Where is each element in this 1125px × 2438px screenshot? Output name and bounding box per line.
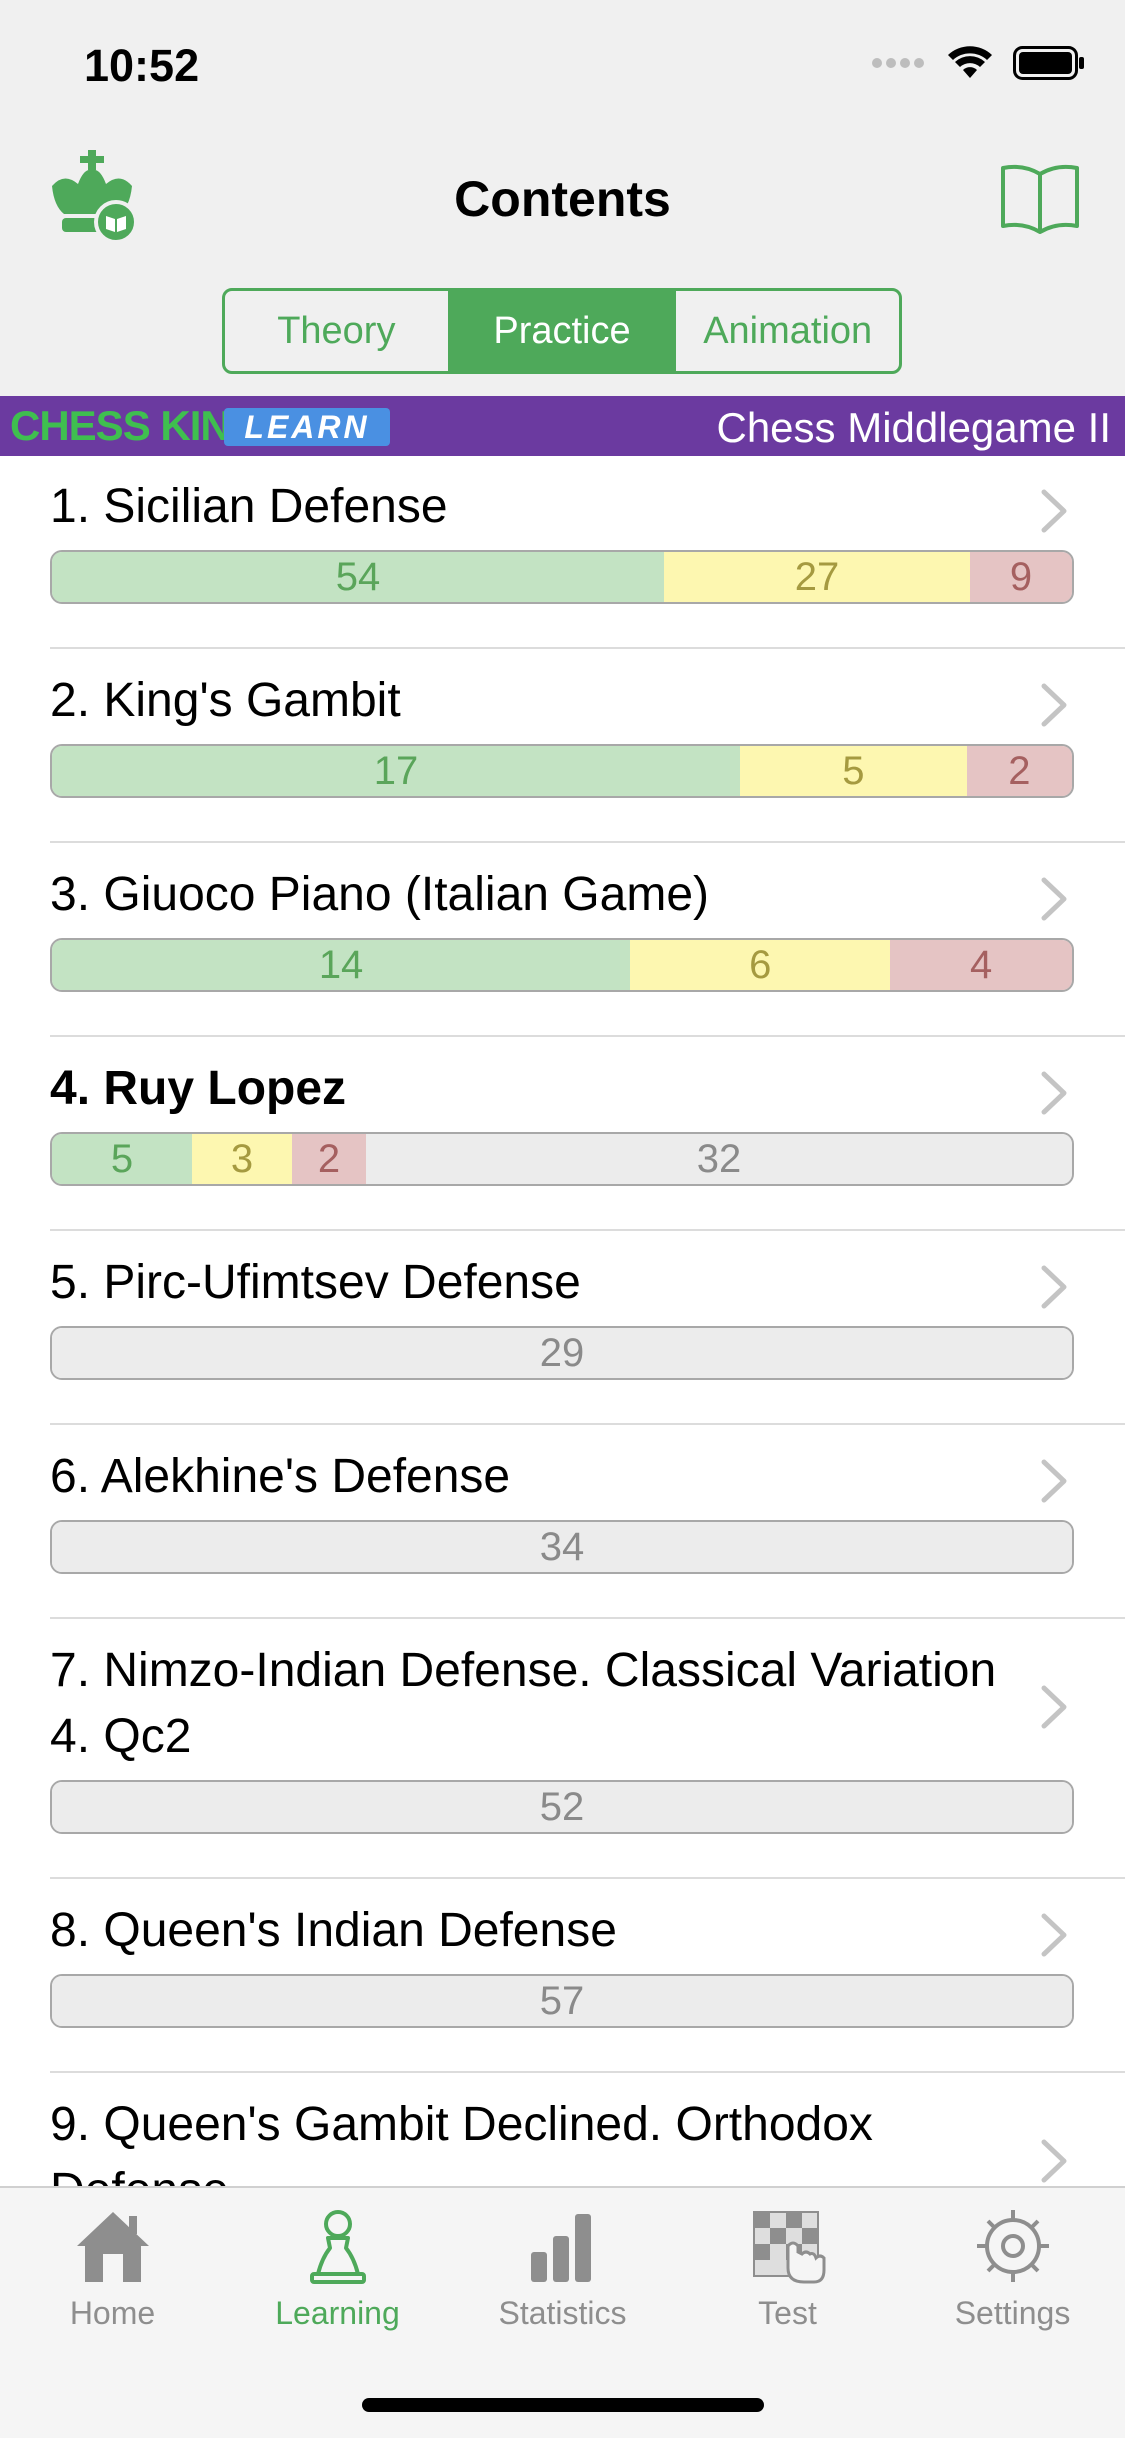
chevron-right-icon: [1041, 1265, 1067, 1309]
home-indicator: [362, 2398, 764, 2412]
nav-header: Contents: [0, 140, 1125, 260]
status-time: 10:52: [84, 40, 200, 91]
partial-segment: 3: [192, 1134, 292, 1184]
list-item[interactable]: 6. Alekhine's Defense 34: [0, 1426, 1125, 1619]
unsolved-segment: 32: [366, 1134, 1072, 1184]
chapter-title: 7. Nimzo-Indian Defense. Classical Varia…: [50, 1644, 997, 1763]
failed-segment: 9: [970, 552, 1072, 602]
tab-learning[interactable]: Learning: [225, 2208, 450, 2332]
chessboard-hand-icon: [752, 2211, 825, 2284]
chapter-title: 8. Queen's Indian Defense: [50, 1904, 617, 1957]
bar-chart-icon: [530, 2214, 591, 2282]
chevron-right-icon: [1041, 1913, 1067, 1957]
list-item[interactable]: 9. Queen's Gambit Declined. Orthodox Def…: [0, 2074, 1125, 2186]
chapter-title: 6. Alekhine's Defense: [50, 1450, 511, 1503]
chapter-title: 5. Pirc-Ufimtsev Defense: [50, 1256, 581, 1309]
unsolved-segment: 52: [52, 1782, 1072, 1832]
progress-bar: 54 27 9: [50, 550, 1074, 604]
tab-label: Test: [758, 2295, 817, 2331]
unsolved-segment: 29: [52, 1328, 1072, 1378]
status-icons: [871, 46, 1085, 80]
course-banner: CHESS KING LEARN Chess Middlegame II: [0, 396, 1125, 456]
progress-bar: 5 3 2 32: [50, 1132, 1074, 1186]
row-divider: [50, 1617, 1125, 1619]
partial-segment: 27: [664, 552, 970, 602]
tab-label: Statistics: [498, 2295, 627, 2331]
chevron-right-icon: [1041, 1071, 1067, 1115]
book-icon[interactable]: [999, 162, 1081, 239]
status-bar: 10:52: [0, 0, 1125, 140]
chevron-right-icon: [1041, 1685, 1067, 1729]
mode-segmented-control: Theory Practice Animation: [222, 288, 902, 374]
row-divider: [50, 1229, 1125, 1231]
pawn-icon: [309, 2210, 366, 2284]
course-title: Chess Middlegame II: [716, 404, 1111, 451]
row-divider: [50, 1877, 1125, 1879]
chapter-title: 3. Giuoco Piano (Italian Game): [50, 868, 709, 921]
segment-animation[interactable]: Animation: [673, 291, 899, 371]
progress-bar: 34: [50, 1520, 1074, 1574]
progress-bar: 52: [50, 1780, 1074, 1834]
chevron-right-icon: [1041, 2139, 1067, 2183]
page-title: Contents: [454, 171, 671, 227]
partial-segment: 5: [740, 746, 967, 796]
unsolved-segment: 57: [52, 1976, 1072, 2026]
row-divider: [50, 1035, 1125, 1037]
solved-segment: 5: [52, 1134, 192, 1184]
progress-bar: 57: [50, 1974, 1074, 2028]
progress-bar: 29: [50, 1326, 1074, 1380]
tab-settings[interactable]: Settings: [900, 2208, 1125, 2332]
chapter-list: 1. Sicilian Defense 54 27 9 2. King's Ga…: [0, 456, 1125, 2186]
list-item[interactable]: 7. Nimzo-Indian Defense. Classical Varia…: [0, 1620, 1125, 1879]
row-divider: [50, 2071, 1125, 2073]
segment-practice[interactable]: Practice: [447, 291, 674, 371]
failed-segment: 4: [890, 940, 1072, 990]
unsolved-segment: 34: [52, 1522, 1072, 1572]
chapter-title: 4. Ruy Lopez: [50, 1062, 347, 1115]
progress-bar: 17 5 2: [50, 744, 1074, 798]
tab-label: Home: [69, 2295, 156, 2331]
solved-segment: 17: [52, 746, 741, 796]
gear-icon: [976, 2210, 1049, 2282]
chevron-right-icon: [1041, 877, 1067, 921]
signal-icon: [872, 58, 924, 68]
chevron-right-icon: [1041, 489, 1067, 533]
row-divider: [50, 841, 1125, 843]
chevron-right-icon: [1041, 1459, 1067, 1503]
home-icon: [76, 2212, 149, 2282]
tab-test[interactable]: Test: [675, 2208, 900, 2332]
tab-home[interactable]: Home: [0, 2208, 225, 2332]
learn-badge: LEARN: [224, 408, 390, 446]
battery-icon: [1013, 46, 1084, 80]
row-divider: [50, 1423, 1125, 1425]
list-item[interactable]: 1. Sicilian Defense 54 27 9: [0, 456, 1125, 649]
wifi-icon: [948, 46, 992, 78]
chevron-right-icon: [1041, 683, 1067, 727]
failed-segment: 2: [966, 746, 1072, 796]
progress-bar: 14 6 4: [50, 938, 1074, 992]
tab-label: Learning: [275, 2295, 400, 2331]
list-item[interactable]: 8. Queen's Indian Defense 57: [0, 1880, 1125, 2073]
list-item[interactable]: 4. Ruy Lopez 5 3 2 32: [0, 1038, 1125, 1231]
chapter-title: 9. Queen's Gambit Declined. Orthodox Def…: [50, 2098, 873, 2186]
partial-segment: 6: [630, 940, 891, 990]
chapter-title: 1. Sicilian Defense: [50, 480, 448, 533]
chapter-title: 2. King's Gambit: [50, 674, 401, 727]
solved-segment: 14: [52, 940, 631, 990]
solved-segment: 54: [52, 552, 664, 602]
failed-segment: 2: [292, 1134, 366, 1184]
row-divider: [50, 647, 1125, 649]
list-item[interactable]: 5. Pirc-Ufimtsev Defense 29: [0, 1232, 1125, 1425]
segment-theory[interactable]: Theory: [225, 291, 448, 371]
list-item[interactable]: 2. King's Gambit 17 5 2: [0, 650, 1125, 843]
tab-label: Settings: [954, 2295, 1071, 2331]
list-item[interactable]: 3. Giuoco Piano (Italian Game) 14 6 4: [0, 844, 1125, 1037]
tab-statistics[interactable]: Statistics: [450, 2208, 675, 2332]
